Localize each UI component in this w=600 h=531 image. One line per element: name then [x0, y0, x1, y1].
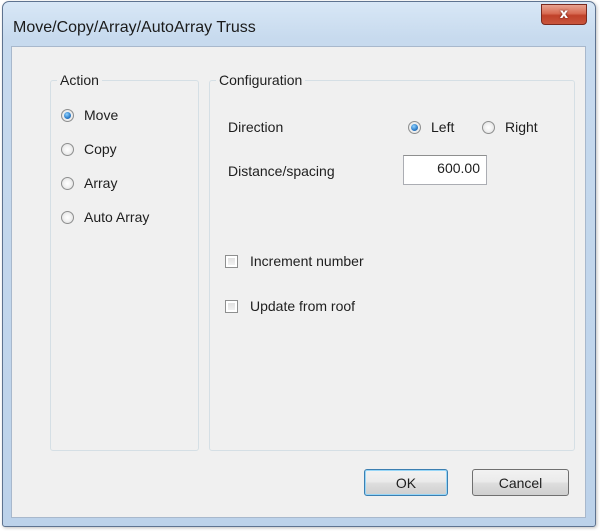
configuration-group: Configuration Direction Left Right Dista…	[209, 72, 575, 451]
checkbox-label: Update from roof	[250, 298, 356, 314]
action-option-array[interactable]: Array	[61, 175, 117, 191]
close-icon: x	[559, 7, 569, 22]
radio-icon[interactable]	[61, 176, 74, 190]
ok-button[interactable]: OK	[364, 469, 448, 496]
radio-icon[interactable]	[61, 142, 74, 156]
radio-icon[interactable]	[482, 120, 495, 134]
action-option-auto-array[interactable]: Auto Array	[61, 209, 149, 225]
radio-icon-checked[interactable]	[408, 120, 421, 134]
action-group: Action Move Copy Array Auto Array	[50, 72, 199, 451]
checkbox-label: Increment number	[250, 253, 364, 269]
action-option-label: Copy	[84, 141, 117, 157]
window-title: Move/Copy/Array/AutoArray Truss	[13, 19, 256, 36]
action-group-legend: Action	[57, 72, 102, 88]
direction-label: Direction	[228, 119, 284, 135]
close-button[interactable]: x	[541, 4, 587, 25]
action-option-copy[interactable]: Copy	[61, 141, 117, 157]
action-option-label: Auto Array	[84, 209, 150, 225]
configuration-group-legend: Configuration	[216, 72, 306, 88]
increment-number-checkbox[interactable]: Increment number	[225, 253, 364, 269]
direction-option-label: Left	[431, 119, 455, 135]
action-option-label: Array	[84, 175, 118, 191]
radio-icon[interactable]	[61, 210, 74, 224]
radio-icon-checked[interactable]	[61, 108, 74, 122]
distance-label: Distance/spacing	[228, 163, 335, 179]
dialog-client-area: Action Move Copy Array Auto Array Config…	[11, 46, 586, 518]
action-option-move[interactable]: Move	[61, 107, 118, 123]
distance-input[interactable]: 600.00	[403, 155, 487, 185]
update-from-roof-checkbox[interactable]: Update from roof	[225, 298, 355, 314]
cancel-button[interactable]: Cancel	[472, 469, 569, 496]
direction-option-right[interactable]: Right	[482, 119, 538, 135]
checkbox-icon[interactable]	[225, 299, 238, 313]
checkbox-icon[interactable]	[225, 254, 238, 268]
dialog-window: Move/Copy/Array/AutoArray Truss x Action…	[2, 1, 596, 527]
direction-option-left[interactable]: Left	[408, 119, 454, 135]
direction-option-label: Right	[505, 119, 538, 135]
action-option-label: Move	[84, 107, 119, 123]
title-bar[interactable]: Move/Copy/Array/AutoArray Truss x	[3, 2, 595, 46]
